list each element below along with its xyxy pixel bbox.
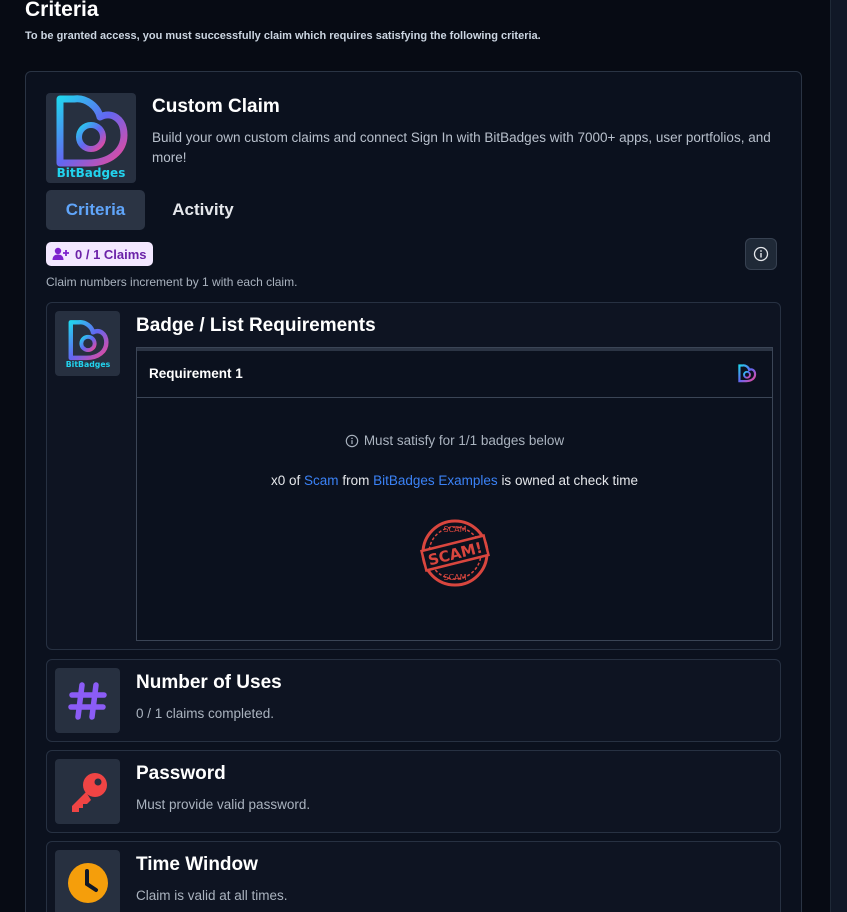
increment-note: Claim numbers increment by 1 with each c… [46,275,298,289]
scam-badge-image[interactable]: SCAM SCAM! SCAM [417,518,493,588]
requirement-header: Requirement 1 [137,348,772,398]
claim-title: Custom Claim [152,96,280,117]
section-description: 0 / 1 claims completed. [136,706,275,721]
page-subtitle: To be granted access, you must successfu… [25,30,541,42]
claims-count-badge: 0 / 1 Claims [46,242,153,266]
number-of-uses-section: Number of Uses 0 / 1 claims completed. [46,659,781,742]
line-suffix: is owned at check time [501,473,638,488]
requirement-box: Requirement 1 Must satisfy for 1/1 badge… [136,347,773,641]
line-middle: from [342,473,370,488]
password-section: Password Must provide valid password. [46,750,781,833]
collection-link[interactable]: BitBadges Examples [373,473,498,488]
key-icon [55,759,120,824]
badge-requirements-section: BitBadges Badge / List Requirements Requ… [46,302,781,650]
tab-criteria[interactable]: Criteria [46,190,145,230]
stamp-top-text: SCAM [443,525,466,534]
requirement-note: Must satisfy for 1/1 badges below [137,433,772,448]
stamp-bottom-text: SCAM [443,573,466,582]
bitbadges-small-logo: BitBadges [55,311,120,376]
tab-activity[interactable]: Activity [156,190,250,230]
requirement-note-text: Must satisfy for 1/1 badges below [363,433,565,448]
hashtag-icon [55,668,120,733]
claim-description: Build your own custom claims and connect… [152,130,771,165]
line-prefix: x0 of [271,473,301,488]
user-plus-icon [52,247,69,260]
page-title: Criteria [25,0,99,21]
info-icon [753,246,769,262]
time-window-section: Time Window Claim is valid at all times. [46,841,781,912]
section-title: Password [136,763,226,784]
requirement-line: x0 of Scam from BitBadges Examples is ow… [137,473,772,488]
badge-link[interactable]: Scam [304,473,339,488]
section-title: Badge / List Requirements [136,315,376,336]
section-description: Must provide valid password. [136,797,311,812]
requirement-title: Requirement 1 [149,366,243,381]
scrollbar-track[interactable] [830,0,847,912]
page: Criteria To be granted access, you must … [0,0,847,912]
section-description: Claim is valid at all times. [136,888,288,903]
info-icon [345,434,359,447]
info-button[interactable] [745,238,777,270]
clock-icon [55,850,120,912]
logo-text: BitBadges [57,166,126,180]
claim-card: BitBadges Custom Claim Build your own cu… [25,71,802,912]
section-title: Number of Uses [136,672,282,693]
small-logo-text: BitBadges [65,359,110,368]
bitbadges-mini-icon [738,364,757,383]
claims-count-text: 0 / 1 Claims [75,246,147,262]
bitbadges-logo: BitBadges [46,93,136,183]
section-title: Time Window [136,854,258,875]
